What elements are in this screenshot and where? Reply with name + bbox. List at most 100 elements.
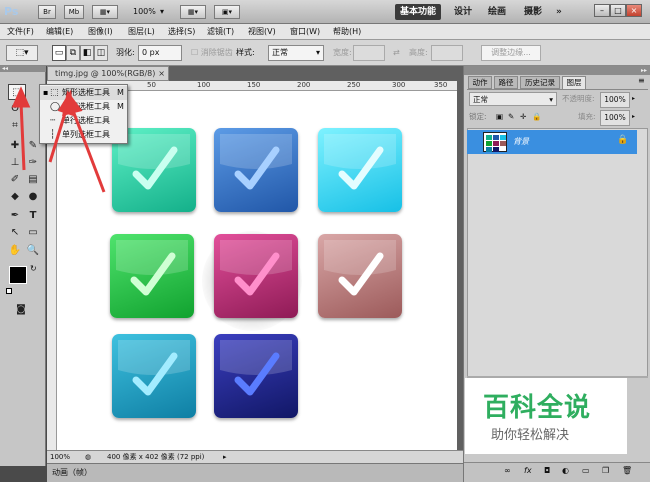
refine-edge-button[interactable]: 调整边缘... [481,45,541,61]
menu-image[interactable]: 图像(I) [88,26,113,38]
quick-mask-icon[interactable]: ◙ [12,302,30,318]
lock-all-icon[interactable]: 🔒 [532,110,541,124]
ruler-tick: 200 [297,81,311,89]
panel-collapse[interactable]: ▸▸ [464,66,650,75]
opacity-arrow[interactable]: ▸ [632,92,635,106]
width-input[interactable] [353,45,385,61]
workspace-essentials[interactable]: 基本功能 [395,4,442,20]
minimize-button[interactable]: – [594,4,610,17]
new-selection-icon[interactable]: ▭ [52,45,66,61]
toolbox-collapse[interactable]: ◂◂ [0,66,46,72]
zoom-icon[interactable]: 🔍 [24,243,42,259]
menu-select[interactable]: 选择(S) [168,26,195,38]
menu-layer[interactable]: 图层(L) [128,26,155,38]
menu-bar: 文件(F) 编辑(E) 图像(I) 图层(L) 选择(S) 滤镜(T) 视图(V… [0,24,650,40]
tab-actions[interactable]: 动作 [468,76,492,89]
close-tab-icon[interactable]: × [158,67,165,80]
maximize-button[interactable]: □ [610,4,626,17]
workspace-more[interactable]: » [556,4,562,20]
ruler-tick: 150 [247,81,261,89]
blend-mode-select[interactable]: 正常 ▾ [469,92,557,106]
workspace-painting[interactable]: 绘画 [488,4,506,20]
status-zoom[interactable]: 100% [50,451,70,463]
fill-arrow[interactable]: ▸ [632,110,635,124]
lock-position-icon[interactable]: ✛ [520,110,526,124]
minibridge-button[interactable]: Mb [64,5,84,19]
delete-layer-icon[interactable]: 🗑 [622,466,632,475]
chevron-down-icon: ▾ [549,95,553,104]
foreground-color-swatch[interactable] [9,266,27,284]
hand-icon[interactable]: ✋ [6,243,24,259]
close-button[interactable]: × [626,4,642,17]
antialias-label: 消除锯齿 [200,48,233,57]
checkmark-icon [118,340,190,396]
application-bar: Ps Br Mb ▦▾ 100% ▾ ▦▾ ▣▾ 基本功能 设计 绘画 摄影 »… [0,0,650,24]
layer-thumbnail [483,132,507,152]
extras-dropdown[interactable]: ▦▾ [92,5,118,19]
link-layers-icon[interactable]: ∞ [504,466,511,475]
subtract-from-selection-icon[interactable]: ◧ [80,45,94,61]
pen-icon[interactable]: ✒ [6,208,24,224]
lock-transparent-icon[interactable]: ▣ [496,110,503,124]
feather-label: 羽化: [116,48,135,57]
document-tab[interactable]: timg.jpg @ 100%(RGB/8) × [47,66,169,81]
checkmark-tile [214,234,298,318]
workspace-design[interactable]: 设计 [454,4,472,20]
height-input[interactable] [431,45,463,61]
adjustment-layer-icon[interactable]: ◐ [562,466,569,475]
style-select[interactable]: 正常 ▾ [268,45,324,61]
menu-file[interactable]: 文件(F) [7,26,34,38]
fill-label: 填充: [578,112,596,121]
tab-paths[interactable]: 路径 [494,76,518,89]
menu-help[interactable]: 帮助(H) [333,26,361,38]
ruler-tick: 100 [197,81,211,89]
menu-view[interactable]: 视图(V) [248,26,276,38]
swap-icon[interactable]: ⇄ [393,45,400,61]
panel-menu-icon[interactable]: ≡ [638,76,645,85]
new-group-icon[interactable]: ▭ [582,466,590,475]
feather-input[interactable]: 0 px [138,45,182,61]
menu-filter[interactable]: 滤镜(T) [207,26,234,38]
fill-input[interactable]: 100% [600,110,630,126]
tab-layers[interactable]: 图层 [562,76,586,89]
layer-row-background[interactable]: 背景 🔒 [467,130,637,154]
menu-edit[interactable]: 编辑(E) [46,26,73,38]
checkmark-tile [112,334,196,418]
document-title: timg.jpg @ 100%(RGB/8) [55,69,156,78]
shape-icon[interactable]: ▭ [24,225,42,241]
add-to-selection-icon[interactable]: ⧉ [66,45,80,61]
checkmark-icon [116,240,188,296]
checkmark-tile [110,234,194,318]
new-layer-icon[interactable]: ❐ [602,466,609,475]
type-icon[interactable]: T [24,208,42,224]
document-info: 400 像素 x 402 像素 (72 ppi) [107,453,205,461]
tab-history[interactable]: 历史记录 [520,76,560,89]
checkmark-tile [318,128,402,212]
tool-preset-picker[interactable]: ⬚▾ [6,45,38,61]
add-mask-icon[interactable]: ◘ [544,466,550,475]
arrow-to-marquee-tool [19,101,26,171]
menu-window[interactable]: 窗口(W) [290,26,320,38]
lock-pixels-icon[interactable]: ✎ [508,110,514,124]
intersect-selection-icon[interactable]: ◫ [94,45,108,61]
status-menu-arrow[interactable]: ▸ [223,451,227,463]
animation-label: 动画（帧） [52,468,92,477]
animation-panel-bar[interactable]: 动画（帧） [47,463,463,482]
bridge-button[interactable]: Br [38,5,56,19]
workspace-photography[interactable]: 摄影 [524,4,542,20]
status-icon: ◍ [85,453,92,461]
watermark-subtitle: 助你轻松解决 [491,428,570,443]
arrange-documents-button[interactable]: ▦▾ [180,5,206,19]
zoom-dropdown-arrow[interactable]: ▾ [160,5,164,19]
arrow-to-flyout [48,109,68,163]
zoom-level[interactable]: 100% [133,5,156,19]
path-selection-icon[interactable]: ↖ [6,225,24,241]
ruler-tick: 300 [392,81,406,89]
arrow-head [11,86,31,108]
opacity-input[interactable]: 100% [600,92,630,108]
swap-colors-icon[interactable]: ↻ [30,264,37,273]
default-colors-icon[interactable] [6,288,12,294]
screen-mode-button[interactable]: ▣▾ [214,5,240,19]
antialias-checkbox[interactable]: ☐ 消除锯齿 [191,45,233,61]
fx-icon[interactable]: fx [524,466,532,475]
